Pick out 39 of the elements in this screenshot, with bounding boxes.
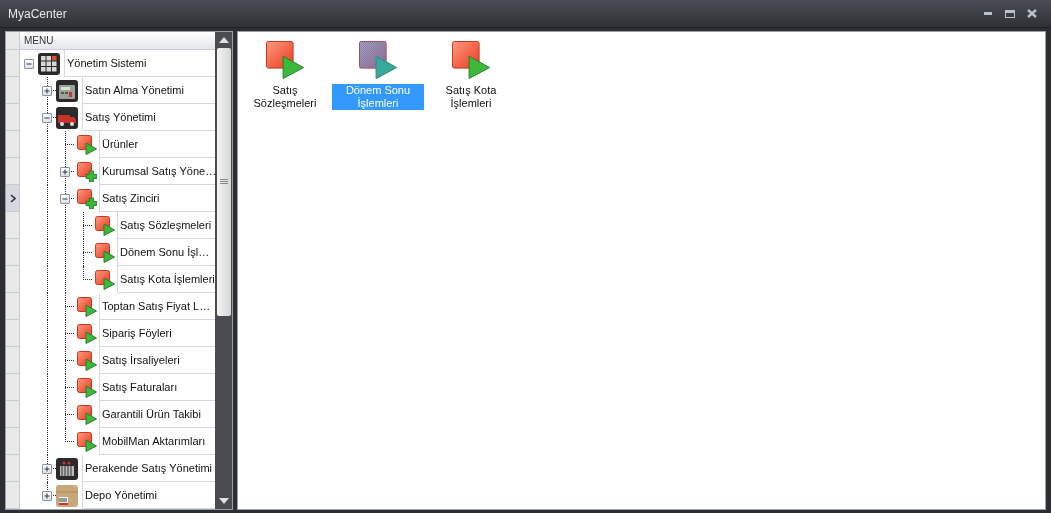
expander-icon[interactable] xyxy=(42,464,52,474)
row-indicator[interactable] xyxy=(6,185,20,212)
play-icon[interactable] xyxy=(266,41,304,79)
scrollbar[interactable] xyxy=(215,32,232,509)
truck-icon xyxy=(56,106,78,129)
close-icon xyxy=(1027,9,1037,18)
play-icon xyxy=(95,242,115,263)
expander-icon[interactable] xyxy=(60,167,70,177)
column-header-text: MENU xyxy=(24,34,54,48)
play-icon xyxy=(77,350,97,371)
item-label[interactable]: Satış Kota İşlemleri xyxy=(425,84,517,110)
window-title: MyaCenter xyxy=(8,5,67,23)
maximize-icon xyxy=(1005,9,1015,18)
play-icon xyxy=(95,269,115,290)
minimize-icon xyxy=(984,12,992,15)
scroll-down-icon[interactable] xyxy=(218,497,229,505)
scrollbar-thumb[interactable] xyxy=(216,48,231,316)
add-icon xyxy=(77,188,97,209)
play-icon xyxy=(77,323,97,344)
play-icon xyxy=(95,215,115,236)
scroll-up-icon[interactable] xyxy=(218,36,229,44)
play-icon[interactable] xyxy=(452,41,490,79)
add-icon xyxy=(77,161,97,182)
grid-icon xyxy=(38,52,60,75)
play-icon xyxy=(77,431,97,452)
play-icon xyxy=(77,296,97,317)
expander-icon[interactable] xyxy=(24,59,34,69)
play-icon[interactable] xyxy=(359,41,397,79)
expander-icon[interactable] xyxy=(42,86,52,96)
grip-icon xyxy=(219,179,228,185)
expander-icon[interactable] xyxy=(60,194,70,204)
item-label[interactable]: Satış Sözleşmeleri xyxy=(239,84,331,110)
play-icon xyxy=(77,377,97,398)
play-icon xyxy=(77,134,97,155)
calculator-icon xyxy=(56,79,78,102)
expander-icon[interactable] xyxy=(42,113,52,123)
expander-icon[interactable] xyxy=(42,491,52,501)
play-icon xyxy=(77,404,97,425)
chevron-icon xyxy=(9,193,16,203)
